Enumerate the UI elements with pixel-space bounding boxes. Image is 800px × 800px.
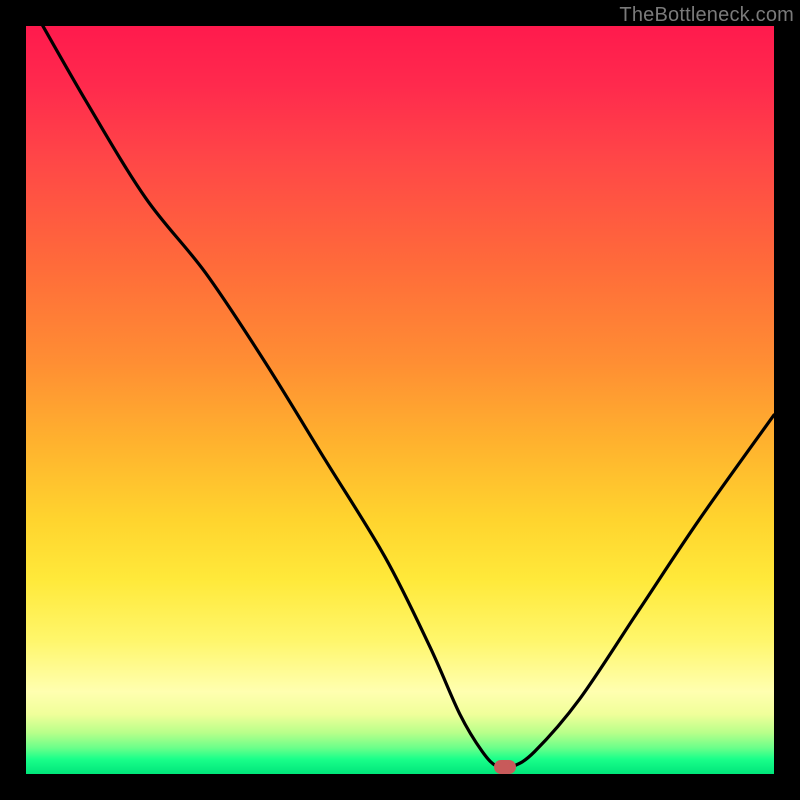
optimal-marker <box>494 760 516 774</box>
bottleneck-curve <box>26 26 774 774</box>
chart-frame: TheBottleneck.com <box>0 0 800 800</box>
watermark-text: TheBottleneck.com <box>619 4 794 27</box>
plot-area <box>26 26 774 774</box>
